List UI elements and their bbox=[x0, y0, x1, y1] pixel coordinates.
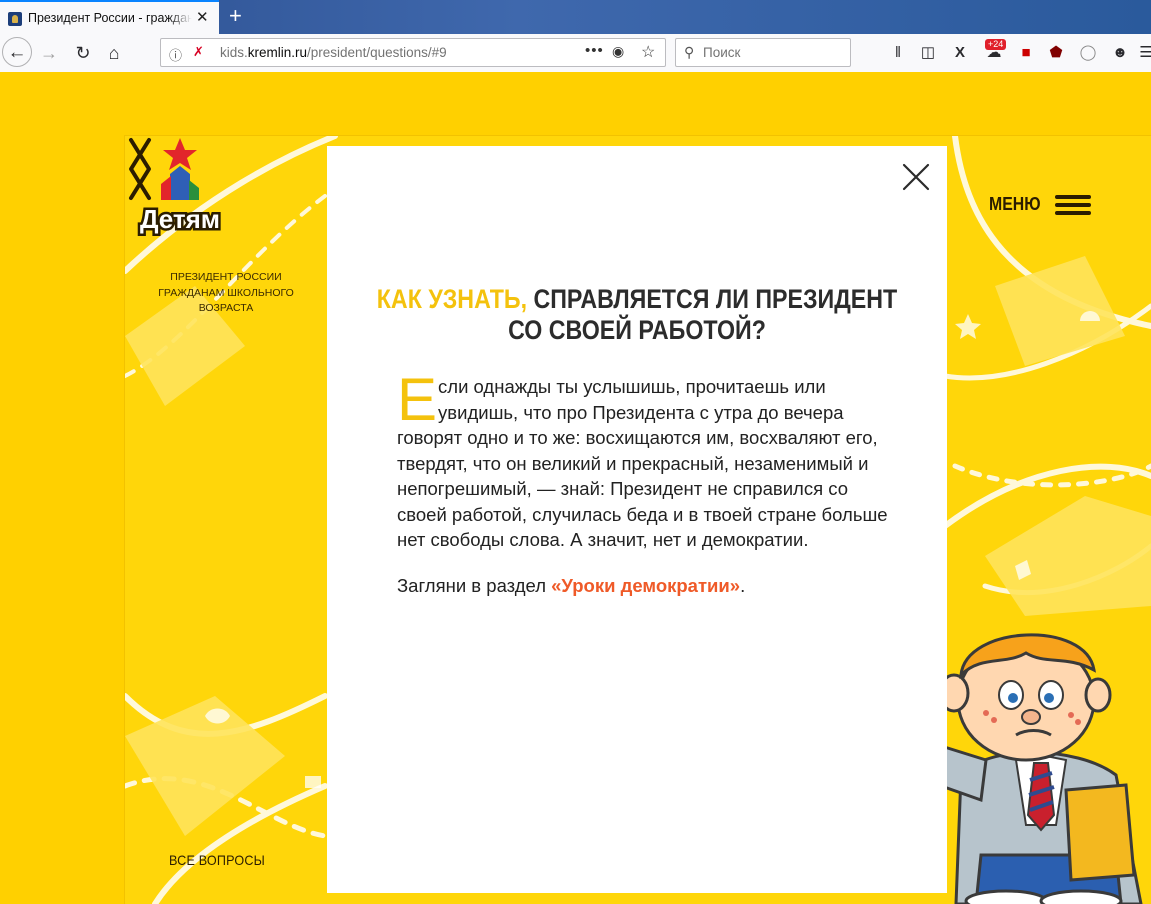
extension-badge: +24 bbox=[985, 39, 1007, 50]
tab-active[interactable]: Президент России - граждана ✕ bbox=[0, 0, 219, 34]
logo-caption: ПРЕЗИДЕНТ РОССИИ ГРАЖДАНАМ ШКОЛЬНОГО ВОЗ… bbox=[158, 271, 294, 314]
page-actions-icon[interactable]: ••• bbox=[585, 42, 604, 59]
next-question-arrow-icon[interactable] bbox=[125, 136, 155, 202]
ublock-icon[interactable]: ⬟ bbox=[1046, 43, 1066, 63]
sidebar-icon[interactable]: ◫ bbox=[918, 43, 938, 63]
title-line-2: СО СВОЕЙ РАБОТОЙ? bbox=[508, 315, 766, 345]
answer-text: Если однажды ты услышишь, прочитаешь или… bbox=[397, 366, 897, 598]
search-box[interactable]: ⚲ bbox=[675, 38, 851, 67]
pdf-extension-icon[interactable]: ■ bbox=[1016, 43, 1036, 63]
back-button[interactable]: ← bbox=[2, 37, 32, 67]
url-text[interactable]: kids.kremlin.ru/president/questions/#9 bbox=[220, 45, 447, 60]
extension-icon[interactable]: ◯ bbox=[1078, 43, 1098, 63]
logo-text: Детям bbox=[140, 204, 220, 234]
tab-title: Президент России - граждана bbox=[28, 11, 192, 25]
overflow-icon[interactable]: ☰ bbox=[1136, 43, 1151, 63]
title-line-1: СПРАВЛЯЕТСЯ ЛИ ПРЕЗИДЕНТ bbox=[527, 284, 898, 314]
pocket-icon[interactable]: ◉ bbox=[612, 43, 624, 60]
account-icon[interactable]: ☻ bbox=[1110, 43, 1130, 63]
search-input[interactable] bbox=[703, 43, 843, 62]
reload-button[interactable]: ↻ bbox=[70, 40, 96, 66]
all-questions-link[interactable]: ВСЕ ВОПРОСЫ bbox=[169, 852, 265, 868]
url-bar[interactable]: ⓘ ✗ kids.kremlin.ru/president/questions/… bbox=[160, 38, 666, 67]
nav-bar: ← → ↻ ⌂ ⓘ ✗ kids.kremlin.ru/president/qu… bbox=[0, 34, 1151, 73]
home-button[interactable]: ⌂ bbox=[101, 40, 127, 66]
favicon-icon bbox=[8, 12, 22, 26]
question-modal: КАК УЗНАТЬ, СПРАВЛЯЕТСЯ ЛИ ПРЕЗИДЕНТ СО … bbox=[327, 146, 947, 893]
x-extension-icon[interactable]: X bbox=[950, 43, 970, 63]
library-icon[interactable]: ‖ bbox=[888, 43, 908, 63]
permissions-icon[interactable]: ✗ bbox=[193, 44, 204, 60]
tab-close-icon[interactable]: ✕ bbox=[196, 9, 209, 27]
menu-label[interactable]: МЕНЮ bbox=[989, 194, 1041, 215]
new-tab-button[interactable]: + bbox=[229, 3, 242, 29]
paragraph-1: Если однажды ты услышишь, прочитаешь или… bbox=[397, 366, 888, 551]
forward-button[interactable]: → bbox=[36, 40, 62, 66]
question-title: КАК УЗНАТЬ, СПРАВЛЯЕТСЯ ЛИ ПРЕЗИДЕНТ СО … bbox=[370, 284, 903, 346]
drop-cap: Е bbox=[397, 366, 438, 433]
site-info-icon[interactable]: ⓘ bbox=[169, 45, 182, 64]
paragraph-2: Загляни в раздел «Уроки демократии». bbox=[397, 574, 746, 596]
menu-burger-icon[interactable] bbox=[1055, 195, 1091, 217]
title-highlight: КАК УЗНАТЬ, bbox=[376, 284, 528, 314]
close-icon[interactable] bbox=[901, 162, 931, 192]
bookmark-star-icon[interactable]: ☆ bbox=[641, 42, 655, 62]
search-icon: ⚲ bbox=[684, 44, 695, 60]
democracy-lessons-link[interactable]: «Уроки демократии» bbox=[551, 575, 740, 596]
tab-bar: Президент России - граждана ✕ + bbox=[0, 0, 1151, 34]
